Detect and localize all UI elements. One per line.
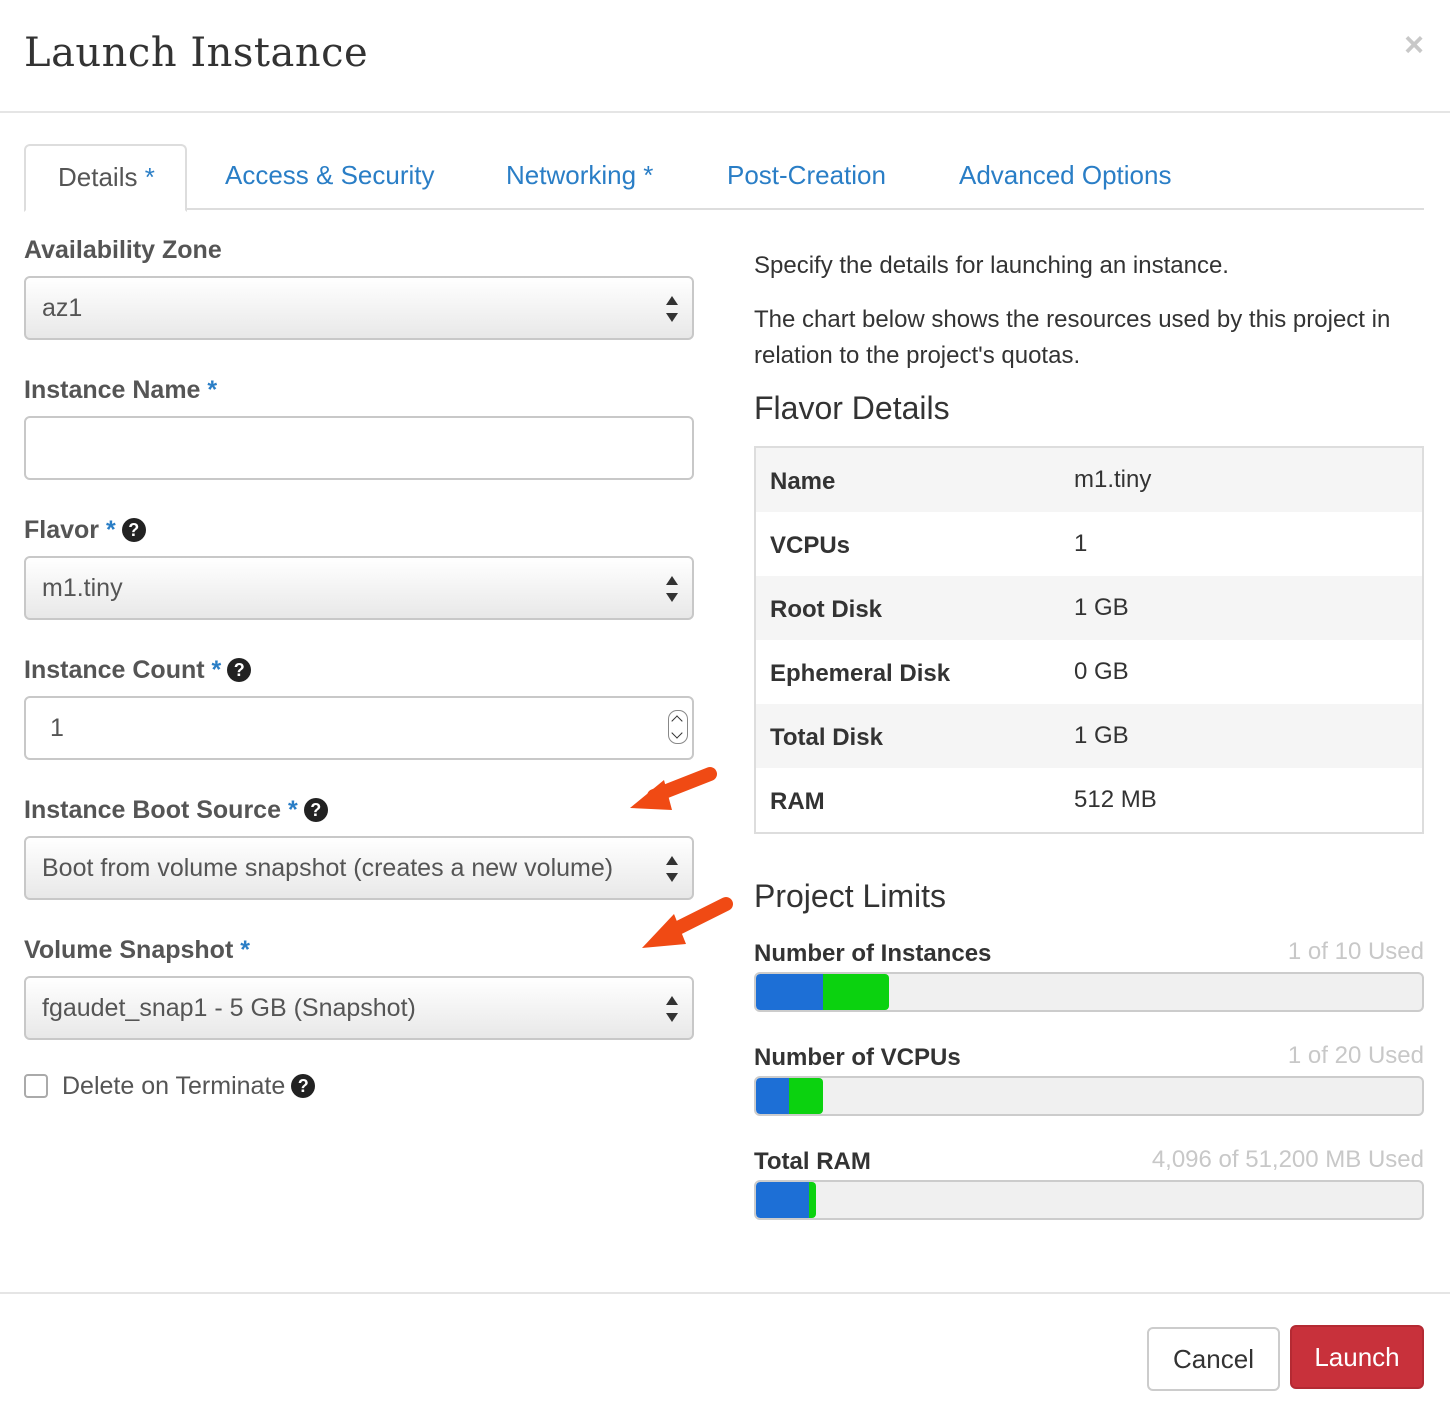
question-circle-icon[interactable]: ?: [227, 658, 252, 682]
progress-bar-instances: [754, 972, 1424, 1012]
select-arrows-icon: [666, 856, 678, 882]
instance-name-input[interactable]: [24, 416, 694, 480]
flavor-details-table: Name m1.tiny VCPUs 1 Root Disk 1 GB Ephemer…: [754, 446, 1424, 834]
instance-name-label: Instance Name *: [24, 376, 218, 404]
boot-source-label: Instance Boot Source *?: [24, 796, 328, 825]
tab-post-creation[interactable]: Post-Creation: [727, 144, 886, 210]
progress-added: [809, 1182, 816, 1218]
availability-zone-value: az1: [42, 294, 83, 322]
table-row: VCPUs 1: [770, 530, 1088, 559]
limit-used-instances: 1 of 10 Used: [1287, 938, 1424, 965]
info-text-1: Specify the details for launching an ins…: [754, 252, 1229, 279]
progress-current: [756, 1182, 810, 1218]
progress-bar-vcpus: [754, 1076, 1424, 1116]
flavor-details-title: Flavor Details: [754, 390, 950, 426]
table-row: Ephemeral Disk 0 GB: [770, 658, 1129, 687]
progress-current: [756, 974, 823, 1010]
delete-on-terminate-row: Delete on Terminate?: [24, 1072, 316, 1101]
tab-access-security[interactable]: Access & Security: [225, 144, 435, 210]
cancel-button[interactable]: Cancel: [1147, 1327, 1280, 1391]
question-circle-icon[interactable]: ?: [121, 518, 146, 542]
tab-networking[interactable]: Networking *: [506, 144, 653, 210]
table-row: Total Disk 1 GB: [756, 704, 1422, 768]
select-arrows-icon: [666, 996, 678, 1022]
volume-snapshot-value: fgaudet_snap1 - 5 GB (Snapshot): [42, 994, 416, 1022]
flavor-value: m1.tiny: [42, 574, 123, 602]
flavor-select[interactable]: m1.tiny: [24, 556, 694, 620]
progress-current: [756, 1078, 790, 1114]
limit-used-vcpus: 1 of 20 Used: [1287, 1042, 1424, 1069]
limit-label-ram: Total RAM: [754, 1148, 871, 1175]
boot-source-select[interactable]: Boot from volume snapshot (creates a new…: [24, 836, 694, 900]
modal-title: Launch Instance: [24, 30, 369, 76]
modal-footer: Cancel Launch: [0, 1292, 1450, 1418]
tab-details[interactable]: Details *: [24, 144, 187, 212]
annotation-arrow-icon: [630, 767, 717, 810]
tab-advanced-options[interactable]: Advanced Options: [959, 144, 1171, 210]
instance-count-wrapper: [24, 696, 694, 760]
progress-added: [822, 974, 890, 1010]
number-spinner-icon[interactable]: [668, 710, 688, 744]
question-circle-icon[interactable]: ?: [303, 798, 328, 822]
flavor-label: Flavor *?: [24, 516, 146, 545]
availability-zone-label: Availability Zone: [24, 236, 222, 264]
table-row: Root Disk 1 GB: [756, 576, 1422, 640]
launch-button[interactable]: Launch: [1290, 1325, 1424, 1389]
delete-on-terminate-checkbox[interactable]: [24, 1074, 48, 1098]
project-limits-title: Project Limits: [754, 878, 947, 914]
progress-bar-ram: [754, 1180, 1424, 1220]
close-icon[interactable]: ×: [1404, 28, 1424, 62]
volume-snapshot-label: Volume Snapshot *: [24, 936, 250, 964]
limit-label-vcpus: Number of VCPUs: [754, 1044, 961, 1071]
instance-count-label: Instance Count *?: [24, 656, 252, 685]
volume-snapshot-select[interactable]: fgaudet_snap1 - 5 GB (Snapshot): [24, 976, 694, 1040]
annotation-arrow-icon: [642, 897, 733, 948]
delete-on-terminate-label: Delete on Terminate: [62, 1072, 286, 1100]
question-circle-icon[interactable]: ?: [291, 1074, 316, 1098]
info-text-2: The chart below shows the resources used…: [754, 306, 1391, 369]
modal-header: Launch Instance ×: [0, 0, 1450, 113]
tab-bar: Details * Access & Security Networking *…: [24, 144, 1424, 212]
limit-used-ram: 4,096 of 51,200 MB Used: [1151, 1146, 1424, 1173]
select-arrows-icon: [666, 296, 678, 322]
table-row: Name m1.tiny: [756, 448, 1422, 512]
availability-zone-select[interactable]: az1: [24, 276, 694, 340]
progress-added: [789, 1078, 823, 1114]
table-row: RAM 512 MB: [770, 786, 1157, 815]
limit-label-instances: Number of Instances: [754, 940, 992, 967]
instance-count-input[interactable]: [24, 696, 694, 760]
select-arrows-icon: [666, 576, 678, 602]
boot-source-value: Boot from volume snapshot (creates a new…: [42, 854, 614, 882]
